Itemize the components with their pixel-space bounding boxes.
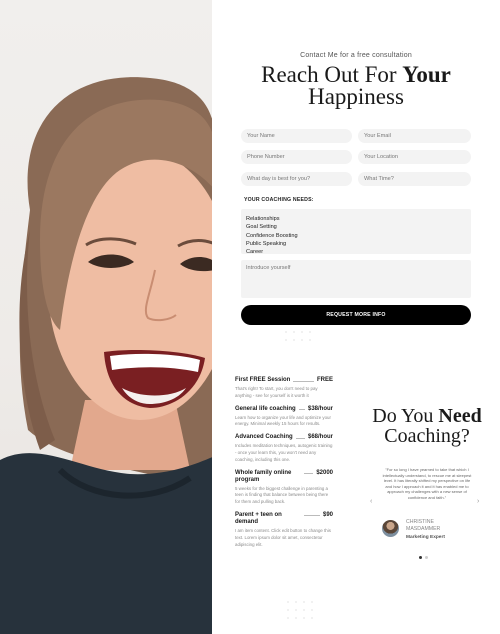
session-title: Advanced Coaching	[235, 434, 293, 441]
session-item: General life coaching $38/hour Learn how…	[235, 406, 333, 429]
headline-line2: Happiness	[308, 84, 404, 109]
email-input[interactable]: Your Email	[358, 129, 471, 143]
coaching-heading-bold: Need	[438, 405, 482, 427]
chevron-left-icon[interactable]: ‹	[370, 498, 372, 505]
needs-option[interactable]: Relationships	[246, 215, 471, 223]
contact-kicker: Contact Me for a free consultation	[300, 52, 412, 59]
avatar	[382, 520, 399, 537]
needs-option[interactable]: Confidence Boosting	[246, 232, 471, 240]
session-list: First FREE Session FREE That's right! To…	[235, 377, 333, 554]
session-price: $90	[322, 511, 333, 518]
session-description: Includes meditation techniques, autogeni…	[235, 443, 333, 462]
name-input[interactable]: Your Name	[241, 129, 352, 143]
coaching-heading-regular: Do You	[372, 405, 439, 427]
session-item: First FREE Session FREE That's right! To…	[235, 377, 333, 400]
phone-input[interactable]: Phone Number	[241, 150, 352, 164]
day-input[interactable]: What day is best for you?	[241, 172, 352, 186]
session-divider	[304, 515, 320, 517]
session-description: Learn how to organize your life and opti…	[235, 414, 331, 427]
coaching-needs-select[interactable]: Relationships Goal Setting Confidence Bo…	[241, 209, 471, 256]
carousel-pager	[419, 556, 428, 559]
session-item: Parent + teen on demand $90 I am item co…	[235, 512, 333, 548]
session-title: Parent + teen on demand	[235, 511, 282, 525]
introduce-textarea[interactable]: Introduce yourself	[241, 260, 471, 298]
session-description: That's right! To start, you don't need t…	[235, 386, 318, 398]
coaching-needs-label: YOUR COACHING NEEDS:	[244, 197, 314, 203]
page-title: Reach Out For Your Happiness	[212, 62, 500, 109]
session-divider	[295, 437, 305, 439]
coaching-heading-line2: Coaching?	[384, 425, 470, 447]
contact-panel: Contact Me for a free consultation Reach…	[212, 0, 500, 634]
testimonial-role: Marketing Expert	[406, 535, 445, 540]
chevron-right-icon[interactable]: ›	[477, 498, 479, 505]
decorative-dots	[285, 323, 311, 341]
pager-dot-active[interactable]	[419, 556, 422, 559]
headline-bold: Your	[402, 62, 451, 87]
session-item: Whole family online program $2000 5 week…	[235, 470, 333, 506]
testimonial-quote: "For so long I have yearned to take that…	[382, 467, 472, 500]
session-price: $2000	[316, 469, 333, 476]
session-item: Advanced Coaching $68/hour Includes medi…	[235, 434, 333, 463]
session-title: General life coaching	[235, 405, 296, 412]
session-title: First FREE Session	[235, 377, 291, 383]
session-divider	[298, 409, 305, 410]
coach-photo	[0, 0, 212, 634]
session-title: Whole family online program	[235, 469, 292, 483]
session-price: $68/hour	[307, 434, 333, 441]
needs-option[interactable]: Public Speaking	[246, 240, 471, 248]
needs-option[interactable]: Goal Setting	[246, 223, 471, 231]
pager-dot[interactable]	[425, 556, 428, 559]
decorative-dots-bottom	[287, 601, 313, 619]
session-divider	[293, 380, 314, 382]
session-price: $38/hour	[307, 405, 333, 412]
needs-option[interactable]: Career	[246, 248, 471, 256]
session-divider	[304, 473, 314, 474]
coaching-heading: Do You Need Coaching?	[362, 406, 492, 446]
session-description: 5 weeks for the biggest challenge in par…	[235, 485, 329, 505]
session-price: FREE	[316, 377, 333, 383]
time-input[interactable]: What Time?	[358, 172, 471, 186]
testimonial-name: CHRISTINE MASDAMMER	[406, 519, 441, 532]
request-info-button[interactable]: REQUEST MORE INFO	[241, 305, 471, 325]
location-input[interactable]: Your Location	[358, 150, 471, 164]
session-description: I am item content. Click edit button to …	[235, 527, 331, 547]
